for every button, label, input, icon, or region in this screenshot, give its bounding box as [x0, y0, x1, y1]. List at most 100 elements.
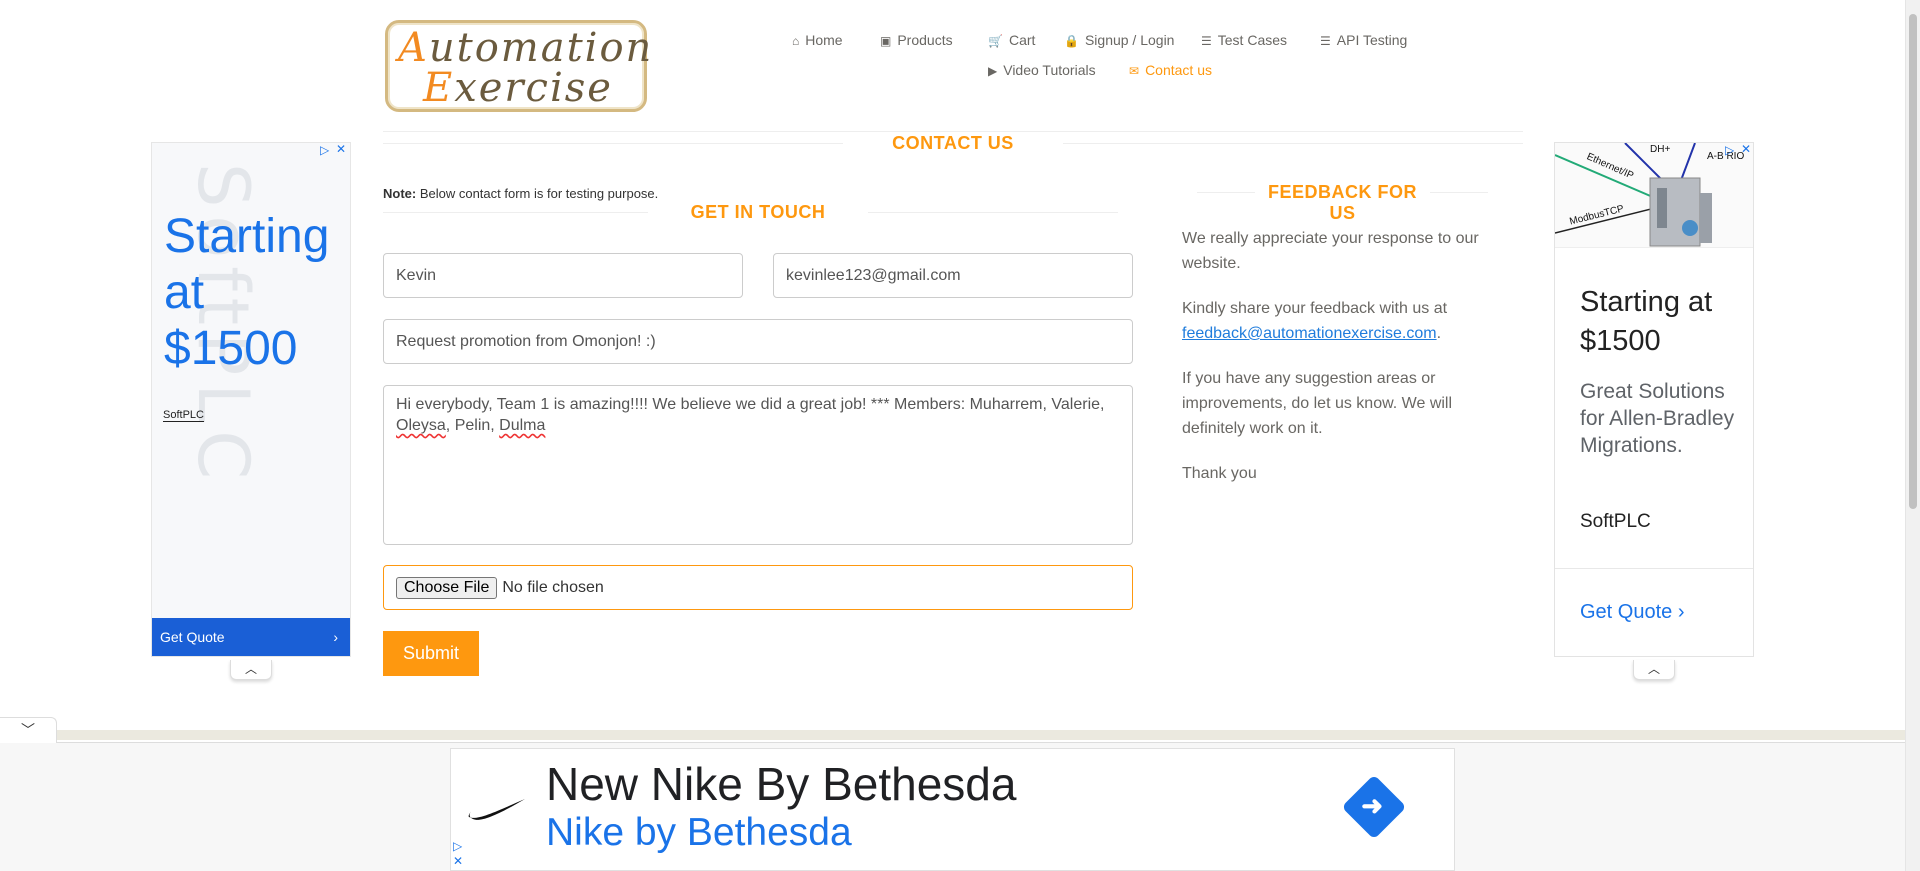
feedback-para-2: Kindly share your feedback with us at fee…	[1182, 296, 1502, 346]
form-note: Note: Below contact form is for testing …	[383, 186, 658, 201]
chevron-up-icon: ︿	[244, 662, 257, 676]
ad-left-headline[interactable]: Starting at $1500	[164, 209, 350, 377]
nike-swoosh-logo	[468, 799, 525, 820]
touch-rule-left	[383, 212, 648, 213]
nav-test-cases-label: Test Cases	[1217, 32, 1288, 48]
ad-right-brand[interactable]: SoftPLC	[1580, 511, 1651, 533]
touch-rule-right	[868, 212, 1118, 213]
ad-left[interactable]: SoftPLC Starting at $1500 SoftPLC Get Qu…	[151, 142, 351, 657]
ad-bottom-subtitle[interactable]: Nike by Bethesda	[546, 811, 852, 855]
products-icon: ▣	[880, 34, 892, 48]
ad-right-network-image[interactable]: DH+ Ethernet/IP A-B RIO ModbusTCP	[1555, 143, 1753, 248]
close-icon[interactable]: ✕	[1741, 143, 1751, 156]
message-line1: Hi everybody, Team 1 is amazing!!!! We b…	[396, 396, 1105, 413]
scrollbar-thumb[interactable]	[1909, 14, 1917, 509]
title-rule-left	[383, 143, 843, 144]
message-sep: , Pelin,	[445, 417, 500, 434]
list-icon: ☰	[1320, 34, 1331, 48]
cart-icon: 🛒	[988, 34, 1003, 48]
lock-icon: 🔒	[1064, 34, 1079, 48]
choose-file-button[interactable]: Choose File	[396, 576, 498, 599]
title-rule-right	[1063, 143, 1523, 144]
email-input[interactable]: kevinlee123@gmail.com	[773, 253, 1133, 298]
nav-products-label: Products	[897, 32, 953, 48]
nav-cart[interactable]: 🛒 Cart	[988, 32, 1035, 48]
file-upload-input[interactable]: Choose File No file chosen	[383, 565, 1133, 610]
note-text: Below contact form is for testing purpos…	[416, 186, 659, 201]
ad-right-divider	[1555, 568, 1753, 569]
site-logo[interactable]: Automation Exercise	[385, 20, 651, 112]
email-value: kevinlee123@gmail.com	[786, 266, 961, 284]
ad-left-get-quote-button[interactable]: Get Quote ›	[152, 618, 350, 656]
feedback-rule-left	[1197, 192, 1255, 193]
nav-signup-login[interactable]: 🔒 Signup / Login	[1064, 32, 1174, 48]
close-icon[interactable]: ✕	[336, 143, 346, 156]
nav-video-label: Video Tutorials	[1003, 62, 1096, 78]
contact-us-title: CONTACT US	[892, 133, 1014, 153]
nav-test-cases[interactable]: ☰ Test Cases	[1201, 32, 1287, 48]
feedback-title: FEEDBACK FOR US	[1268, 182, 1417, 223]
collapse-ad-right-button[interactable]: ︿	[1633, 660, 1675, 680]
ad-right[interactable]: DH+ Ethernet/IP A-B RIO ModbusTCP ▷ ✕ St…	[1554, 142, 1754, 657]
ad-left-brand[interactable]: SoftPLC	[163, 409, 204, 422]
close-icon[interactable]: ✕	[453, 854, 463, 868]
message-word-dulma: Dulma	[499, 417, 546, 434]
message-textarea[interactable]: Hi everybody, Team 1 is amazing!!!! We b…	[383, 385, 1133, 545]
get-in-touch-title: GET IN TOUCH	[690, 202, 826, 222]
nav-home-label: Home	[805, 32, 843, 48]
feedback-para-2-text: Kindly share your feedback with us at	[1182, 300, 1448, 317]
nav-contact-us[interactable]: ✉ Contact us	[1129, 62, 1212, 78]
nav-video-tutorials[interactable]: ▶ Video Tutorials	[988, 62, 1096, 78]
top-divider	[383, 131, 1523, 132]
list-icon: ☰	[1201, 34, 1212, 48]
envelope-icon: ✉	[1129, 64, 1140, 78]
ad-right-cta-label: Get Quote	[1580, 601, 1673, 623]
chevron-up-icon: ︿	[1647, 662, 1660, 676]
nav-contact-label: Contact us	[1145, 62, 1212, 78]
logo-word-exercise: xercise	[454, 65, 613, 111]
nav-api-testing[interactable]: ☰ API Testing	[1320, 32, 1407, 48]
share-arrow-icon: ➜	[1361, 790, 1384, 821]
youtube-icon: ▶	[988, 64, 998, 78]
nav-products[interactable]: ▣ Products	[880, 32, 953, 48]
logo-letter-e: E	[423, 65, 455, 111]
ad-bottom-title[interactable]: New Nike By Bethesda	[546, 757, 1016, 811]
ad-bottom[interactable]: New Nike By Bethesda Nike by Bethesda ➜ …	[450, 748, 1455, 871]
feedback-rule-right	[1430, 192, 1488, 193]
nav-home[interactable]: ⌂ Home	[792, 32, 843, 48]
feedback-para-3: If you have any suggestion areas or impr…	[1182, 370, 1453, 437]
file-status: No file chosen	[502, 578, 604, 596]
ad-bottom-go-button[interactable]: ➜	[1341, 774, 1407, 840]
nav-api-testing-label: API Testing	[1336, 32, 1408, 48]
subject-value: Request promotion from Omonjon! :)	[396, 332, 656, 350]
message-text: Hi everybody, Team 1 is amazing!!!! We b…	[396, 394, 1104, 436]
subject-input[interactable]: Request promotion from Omonjon! :)	[383, 319, 1133, 364]
feedback-section: We really appreciate your response to ou…	[1182, 226, 1502, 486]
diagram-label-dh: DH+	[1650, 144, 1671, 155]
footer-divider	[55, 730, 1905, 740]
collapse-bottom-ad-button[interactable]: ﹀	[0, 717, 57, 743]
note-label: Note:	[383, 186, 417, 201]
page-scrollbar[interactable]	[1905, 0, 1920, 871]
feedback-para-1: We really appreciate your response to ou…	[1182, 230, 1479, 272]
adchoices-icon[interactable]: ▷	[1725, 143, 1734, 157]
message-word-oleysa: Oleysa	[396, 417, 446, 434]
name-value: Kevin	[396, 266, 437, 284]
feedback-para-4: Thank you	[1182, 465, 1257, 482]
ad-right-get-quote-button[interactable]: Get Quote ›	[1580, 601, 1685, 624]
nav-signup-label: Signup / Login	[1084, 32, 1175, 48]
ad-right-subtext[interactable]: Great Solutions for Allen-Bradley Migrat…	[1580, 378, 1745, 459]
feedback-para-2-end: .	[1436, 325, 1442, 342]
submit-button[interactable]: Submit	[383, 631, 479, 676]
name-input[interactable]: Kevin	[383, 253, 743, 298]
collapse-ad-left-button[interactable]: ︿	[230, 660, 272, 680]
adchoices-icon[interactable]: ▷	[453, 839, 462, 853]
feedback-email-link[interactable]: feedback@automationexercise.com	[1182, 325, 1437, 342]
chevron-down-icon: ﹀	[21, 722, 35, 738]
ad-left-cta-label: Get Quote	[160, 629, 225, 645]
chevron-right-icon: ›	[1677, 601, 1685, 623]
adchoices-icon[interactable]: ▷	[320, 143, 329, 157]
nav-cart-label: Cart	[1008, 32, 1036, 48]
chevron-right-icon: ›	[333, 629, 338, 645]
ad-right-headline[interactable]: Starting at $1500	[1580, 283, 1750, 361]
